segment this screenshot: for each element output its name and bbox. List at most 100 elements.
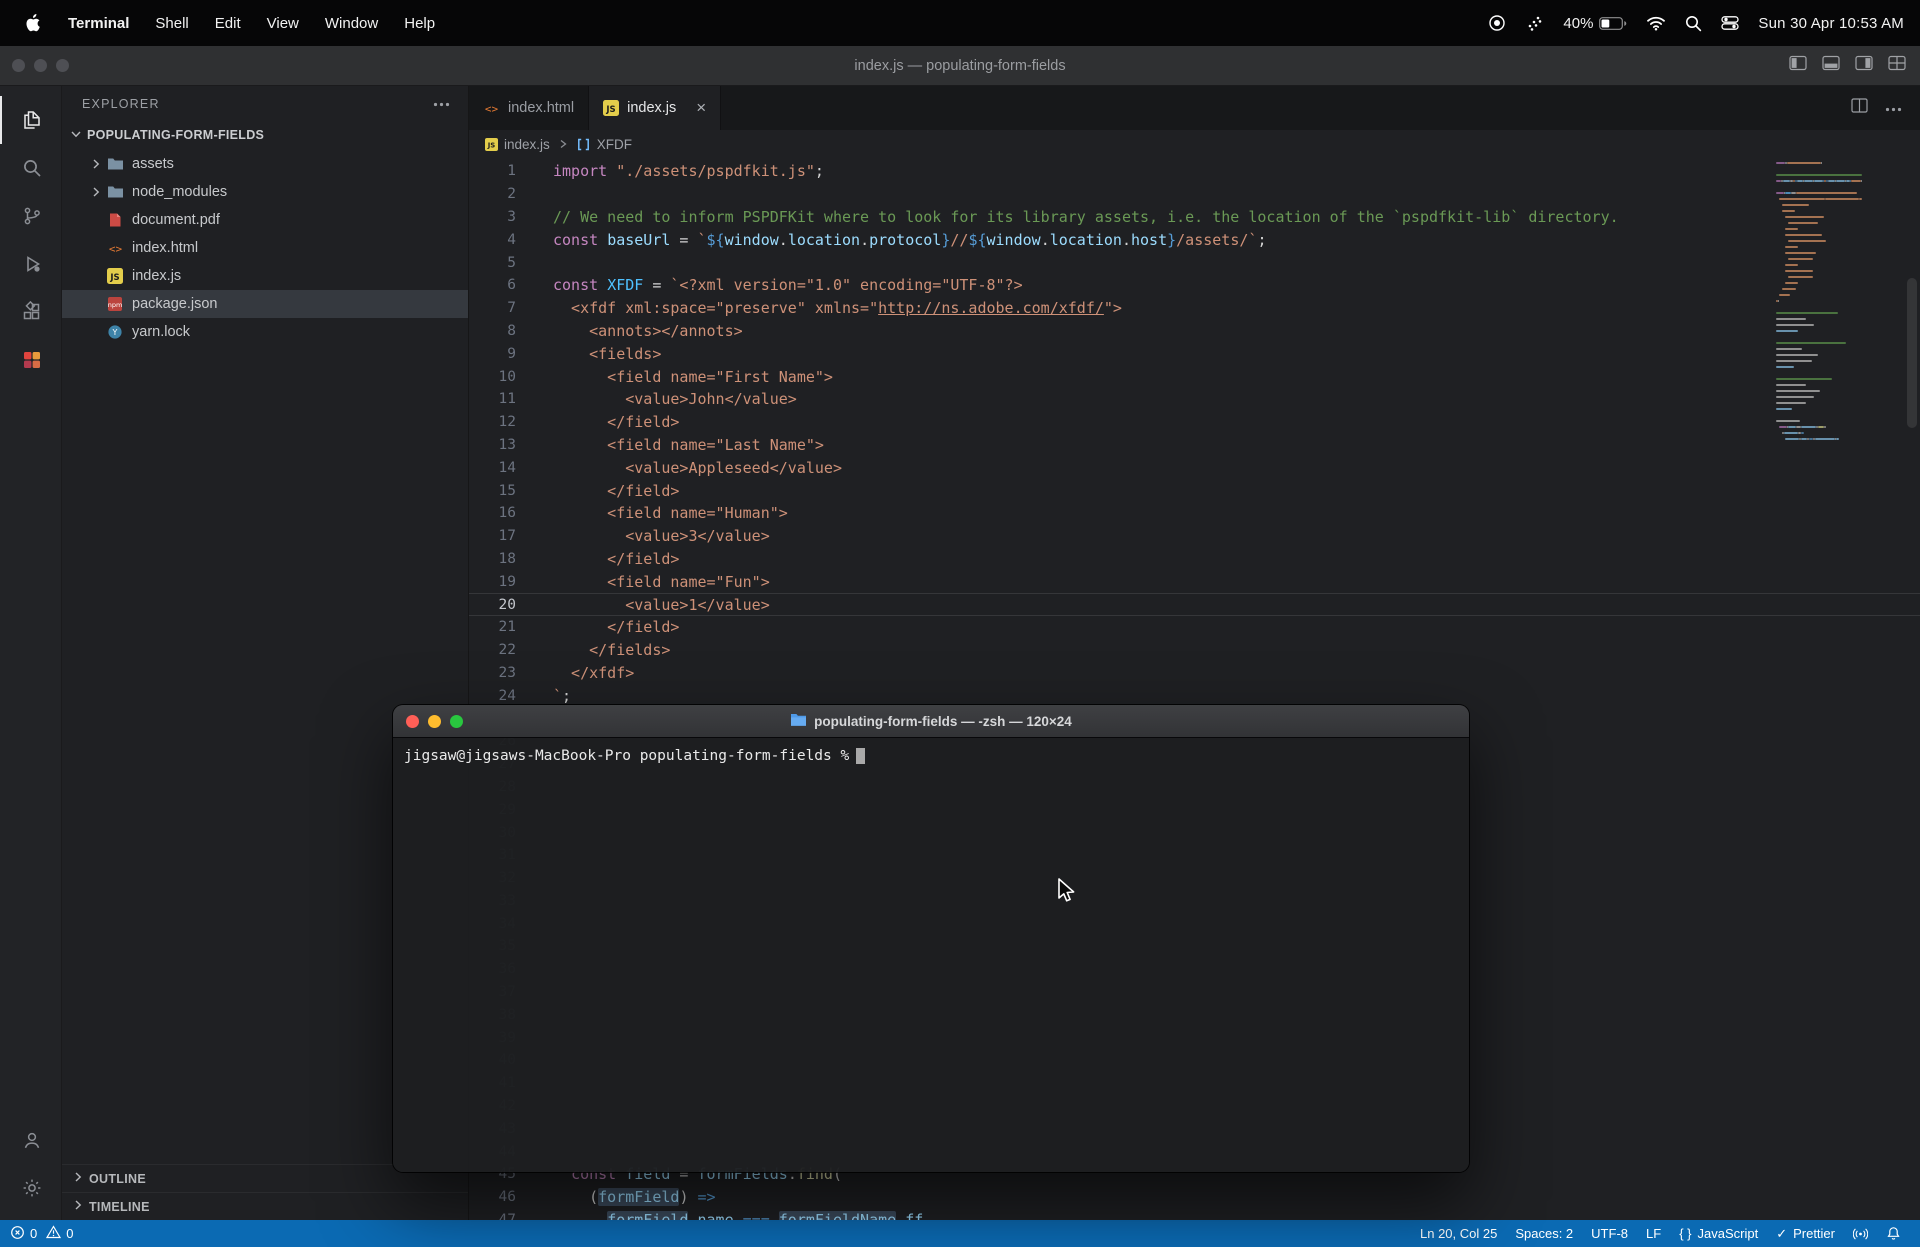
- menu-view[interactable]: View: [254, 15, 312, 32]
- file-row-index.js[interactable]: JSindex.js: [62, 262, 468, 290]
- code-line-46[interactable]: 46 (formField) =>: [469, 1186, 1920, 1209]
- code-line-47[interactable]: 47 formField.name === formFieldName.ff: [469, 1209, 1920, 1220]
- screen-recording-icon[interactable]: [1488, 14, 1506, 32]
- code-line-16[interactable]: 16 <field name="Human">: [469, 502, 1920, 525]
- encoding-status[interactable]: UTF-8: [1582, 1226, 1637, 1241]
- control-center-icon[interactable]: [1721, 14, 1739, 32]
- formatter-status[interactable]: ✓ Prettier: [1767, 1226, 1844, 1242]
- close-window-button[interactable]: [12, 59, 25, 72]
- file-row-node_modules[interactable]: node_modules: [62, 178, 468, 206]
- active-app-menu[interactable]: Terminal: [55, 15, 142, 32]
- spotlight-search-icon[interactable]: [1685, 15, 1702, 32]
- line-content: <field name="Fun">: [553, 573, 1920, 591]
- minimize-window-button[interactable]: [34, 59, 47, 72]
- code-line-5[interactable]: 5: [469, 251, 1920, 274]
- code-line-20[interactable]: 20 <value>1</value>: [469, 593, 1920, 616]
- code-line-12[interactable]: 12 </field>: [469, 411, 1920, 434]
- file-row-yarn.lock[interactable]: Yyarn.lock: [62, 318, 468, 346]
- code-line-19[interactable]: 19 <field name="Fun">: [469, 570, 1920, 593]
- vscode-titlebar[interactable]: index.js — populating-form-fields: [0, 46, 1920, 86]
- language-mode-status[interactable]: { } JavaScript: [1670, 1226, 1767, 1241]
- close-tab-icon[interactable]: ×: [696, 98, 706, 118]
- explorer-icon[interactable]: [0, 96, 61, 144]
- code-line-10[interactable]: 10 <field name="First Name">: [469, 365, 1920, 388]
- code-line-2[interactable]: 2: [469, 183, 1920, 206]
- line-number: 1: [469, 163, 553, 179]
- symbol-symbol-icon: [576, 137, 591, 152]
- notifications-bell-icon[interactable]: [1877, 1226, 1910, 1241]
- search-icon[interactable]: [0, 144, 61, 192]
- code-line-22[interactable]: 22 </fields>: [469, 639, 1920, 662]
- broadcast-icon[interactable]: [1844, 1226, 1877, 1241]
- file-row-assets[interactable]: assets: [62, 150, 468, 178]
- editor-scrollbar[interactable]: [1907, 278, 1917, 428]
- code-line-11[interactable]: 11 <value>John</value>: [469, 388, 1920, 411]
- explorer-more-actions-icon[interactable]: [433, 102, 450, 107]
- code-line-4[interactable]: 4const baseUrl = `${window.location.prot…: [469, 228, 1920, 251]
- terminal-zoom-button[interactable]: [450, 715, 463, 728]
- manage-settings-icon[interactable]: [0, 1164, 61, 1212]
- battery-status[interactable]: 40%: [1563, 15, 1627, 32]
- file-row-document.pdf[interactable]: document.pdf: [62, 206, 468, 234]
- line-content: `;: [553, 687, 1920, 705]
- workspace-section-header[interactable]: POPULATING-FORM-FIELDS: [62, 122, 468, 148]
- code-line-17[interactable]: 17 <value>3</value>: [469, 525, 1920, 548]
- eol-status[interactable]: LF: [1637, 1226, 1670, 1241]
- battery-percent-label: 40%: [1563, 15, 1593, 32]
- line-number: 7: [469, 300, 553, 316]
- terminal-close-button[interactable]: [406, 715, 419, 728]
- menu-window[interactable]: Window: [312, 15, 391, 32]
- terminal-titlebar[interactable]: populating-form-fields — -zsh — 120×24: [393, 705, 1469, 738]
- code-line-24[interactable]: 24`;: [469, 684, 1920, 707]
- zoom-window-button[interactable]: [56, 59, 69, 72]
- menu-shell[interactable]: Shell: [142, 15, 201, 32]
- menu-edit[interactable]: Edit: [202, 15, 254, 32]
- toggle-panel-icon[interactable]: [1822, 55, 1840, 76]
- toggle-sidebar-icon[interactable]: [1789, 55, 1807, 76]
- menu-help[interactable]: Help: [391, 15, 448, 32]
- minimap[interactable]: [1776, 160, 1862, 442]
- tab-index.html[interactable]: <>index.html: [469, 86, 589, 130]
- file-row-package.json[interactable]: npmpackage.json: [62, 290, 468, 318]
- source-control-icon[interactable]: [0, 192, 61, 240]
- terminal-content[interactable]: jigsaw@jigsaws-MacBook-Pro populating-fo…: [393, 738, 1469, 1172]
- split-editor-icon[interactable]: [1851, 98, 1868, 118]
- minimap-line: [1776, 436, 1862, 442]
- sidebar-section-timeline[interactable]: TIMELINE: [62, 1192, 468, 1220]
- code-line-6[interactable]: 6const XFDF = `<?xml version="1.0" encod…: [469, 274, 1920, 297]
- customize-layout-icon[interactable]: [1888, 55, 1906, 76]
- keystroke-dots-icon[interactable]: [1525, 14, 1544, 33]
- code-line-21[interactable]: 21 </field>: [469, 616, 1920, 639]
- app-menus: ShellEditViewWindowHelp: [142, 15, 448, 32]
- code-line-13[interactable]: 13 <field name="Last Name">: [469, 434, 1920, 457]
- code-line-3[interactable]: 3// We need to inform PSPDFKit where to …: [469, 206, 1920, 229]
- extension-colored-icon[interactable]: [0, 336, 61, 384]
- code-line-18[interactable]: 18 </field>: [469, 548, 1920, 571]
- line-content: formField.name === formFieldName.ff: [553, 1211, 1920, 1220]
- editor-more-actions-icon[interactable]: [1885, 99, 1902, 117]
- code-line-7[interactable]: 7 <xfdf xml:space="preserve" xmlns="http…: [469, 297, 1920, 320]
- wifi-icon[interactable]: [1646, 16, 1666, 31]
- breadcrumb-item-xfdf[interactable]: XFDF: [576, 137, 632, 152]
- code-line-8[interactable]: 8 <annots></annots>: [469, 320, 1920, 343]
- terminal-minimize-button[interactable]: [428, 715, 441, 728]
- apple-logo-icon[interactable]: [16, 13, 55, 33]
- line-number: 46: [469, 1189, 553, 1205]
- problems-indicator[interactable]: 0 0: [10, 1225, 73, 1243]
- code-line-9[interactable]: 9 <fields>: [469, 342, 1920, 365]
- code-line-23[interactable]: 23 </xfdf>: [469, 662, 1920, 685]
- breadcrumb-item-index.js[interactable]: JSindex.js: [485, 137, 550, 152]
- run-and-debug-icon[interactable]: [0, 240, 61, 288]
- code-line-15[interactable]: 15 </field>: [469, 479, 1920, 502]
- indentation-status[interactable]: Spaces: 2: [1506, 1226, 1582, 1241]
- file-row-index.html[interactable]: <>index.html: [62, 234, 468, 262]
- extensions-icon[interactable]: [0, 288, 61, 336]
- code-line-1[interactable]: 1import "./assets/pspdfkit.js";: [469, 160, 1920, 183]
- toggle-secondary-sidebar-icon[interactable]: [1855, 55, 1873, 76]
- code-line-14[interactable]: 14 <value>Appleseed</value>: [469, 456, 1920, 479]
- terminal-prompt: jigsaw@jigsaws-MacBook-Pro populating-fo…: [404, 748, 849, 764]
- cursor-position-status[interactable]: Ln 20, Col 25: [1411, 1226, 1506, 1241]
- accounts-icon[interactable]: [0, 1116, 61, 1164]
- tab-index.js[interactable]: JSindex.js×: [589, 86, 721, 130]
- menu-bar-clock[interactable]: Sun 30 Apr 10:53 AM: [1758, 15, 1904, 32]
